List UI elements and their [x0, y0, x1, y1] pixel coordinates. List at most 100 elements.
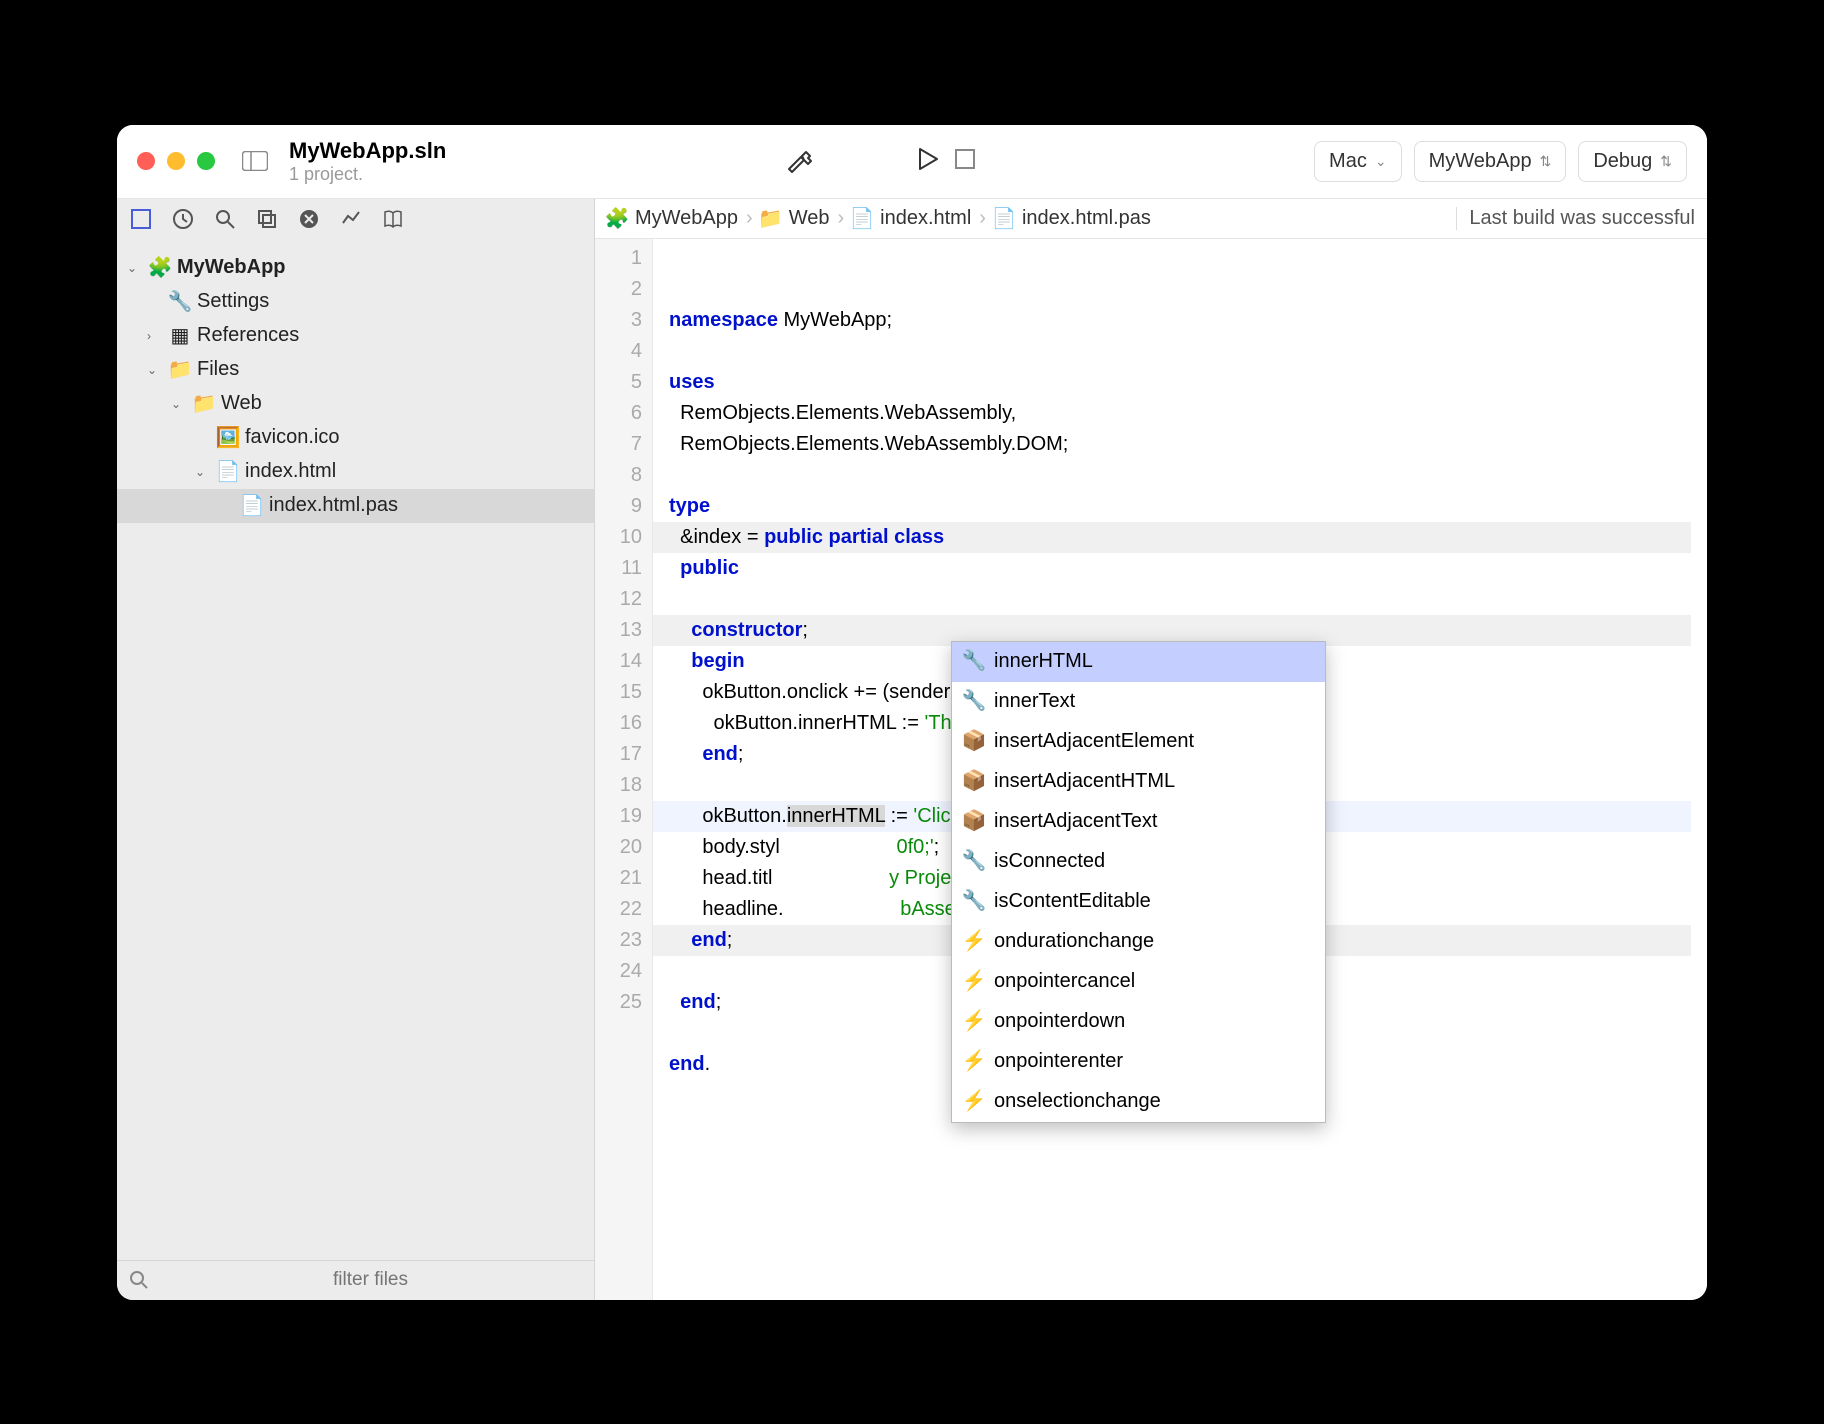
- line-number: 14: [595, 646, 642, 677]
- breadcrumb-item[interactable]: index.html.pas: [1022, 207, 1151, 230]
- bolt-icon: ⚡: [964, 1092, 984, 1112]
- line-number: 21: [595, 863, 642, 894]
- autocomplete-item[interactable]: 🔧isContentEditable: [952, 882, 1325, 922]
- chevron-down-icon[interactable]: ⌄: [171, 397, 187, 411]
- breadcrumb-item[interactable]: index.html: [880, 207, 971, 230]
- autocomplete-label: insertAdjacentText: [994, 806, 1157, 837]
- ide-window: MyWebApp.sln 1 project. Mac ⌄ MyWe: [117, 125, 1707, 1300]
- history-tab-icon[interactable]: [171, 207, 195, 231]
- sidebar-tabs: [117, 199, 594, 239]
- line-number: 11: [595, 553, 642, 584]
- tree-item[interactable]: ⌄🧩MyWebApp: [117, 251, 594, 285]
- file-icon: 📄: [217, 461, 239, 483]
- autocomplete-item[interactable]: 📦insertAdjacentText: [952, 802, 1325, 842]
- autocomplete-label: onpointerenter: [994, 1046, 1123, 1077]
- line-number: 17: [595, 739, 642, 770]
- cube-icon: 📦: [964, 732, 984, 752]
- zoom-button[interactable]: [197, 152, 215, 170]
- stop-button[interactable]: [953, 147, 977, 176]
- code-line[interactable]: type: [669, 491, 1707, 522]
- chevron-down-icon[interactable]: ⌄: [147, 363, 163, 377]
- breadcrumb-item[interactable]: Web: [789, 207, 830, 230]
- editor-area: 🧩 MyWebApp › 📁 Web › 📄 index.html › 📄 in…: [595, 199, 1707, 1300]
- updown-icon: ⇅: [1540, 153, 1552, 170]
- project-tree[interactable]: ⌄🧩MyWebApp🔧Settings›▦References⌄📁Files⌄📁…: [117, 239, 594, 1260]
- code-line[interactable]: public: [669, 553, 1707, 584]
- error-tab-icon[interactable]: [297, 207, 321, 231]
- autocomplete-item[interactable]: ⚡ondurationchange: [952, 922, 1325, 962]
- tree-item[interactable]: 🔧Settings: [117, 285, 594, 319]
- autocomplete-item[interactable]: 🔧innerText: [952, 682, 1325, 722]
- autocomplete-item[interactable]: 🔧isConnected: [952, 842, 1325, 882]
- code-line[interactable]: &index = public partial class: [653, 522, 1691, 553]
- chevron-right-icon: ›: [746, 207, 753, 230]
- tree-item-label: index.html: [245, 460, 336, 483]
- tree-item[interactable]: 📄index.html.pas: [117, 489, 594, 523]
- wrench-icon: 🔧: [964, 692, 984, 712]
- line-number: 4: [595, 336, 642, 367]
- chevron-down-icon[interactable]: ⌄: [195, 465, 211, 479]
- code-line[interactable]: RemObjects.Elements.WebAssembly.DOM;: [669, 429, 1707, 460]
- chevron-down-icon[interactable]: ⌄: [127, 261, 143, 275]
- code-line[interactable]: [669, 584, 1707, 615]
- chevron-right-icon[interactable]: ›: [147, 329, 163, 343]
- tree-item-label: References: [197, 324, 299, 347]
- tree-item-label: index.html.pas: [269, 494, 398, 517]
- cube-icon: 📦: [964, 772, 984, 792]
- traffic-lights: [137, 152, 215, 170]
- code-line[interactable]: [669, 460, 1707, 491]
- breadcrumbs: 🧩 MyWebApp › 📁 Web › 📄 index.html › 📄 in…: [595, 199, 1707, 239]
- config-dropdown[interactable]: Debug ⇅: [1578, 141, 1687, 182]
- file-icon: 📄: [994, 208, 1014, 228]
- search-tab-icon[interactable]: [213, 207, 237, 231]
- autocomplete-popup[interactable]: 🔧innerHTML🔧innerText📦insertAdjacentEleme…: [951, 641, 1326, 1123]
- line-number: 7: [595, 429, 642, 460]
- tree-item[interactable]: › ▦ References: [117, 319, 594, 353]
- platform-dropdown[interactable]: Mac ⌄: [1314, 141, 1402, 182]
- code-editor[interactable]: 1234567891011121314151617181920212223242…: [595, 239, 1707, 1300]
- autocomplete-item[interactable]: ⚡onselectionchange: [952, 1082, 1325, 1122]
- autocomplete-item[interactable]: 📦insertAdjacentHTML: [952, 762, 1325, 802]
- references-icon: ▦: [169, 325, 191, 347]
- line-number: 3: [595, 305, 642, 336]
- autocomplete-item[interactable]: ⚡onpointerenter: [952, 1042, 1325, 1082]
- tree-item[interactable]: 🖼️favicon.ico: [117, 421, 594, 455]
- bolt-icon: ⚡: [964, 972, 984, 992]
- tree-item[interactable]: ⌄📁Web: [117, 387, 594, 421]
- build-button[interactable]: [783, 145, 815, 177]
- tree-item[interactable]: ⌄ 📄 index.html: [117, 455, 594, 489]
- gutter: 1234567891011121314151617181920212223242…: [595, 239, 653, 1300]
- book-tab-icon[interactable]: [381, 207, 405, 231]
- folder-icon: 📁: [169, 359, 191, 381]
- line-number: 1: [595, 243, 642, 274]
- autocomplete-item[interactable]: ⚡onpointercancel: [952, 962, 1325, 1002]
- changes-tab-icon[interactable]: [339, 207, 363, 231]
- search-icon: [129, 1270, 149, 1290]
- platform-label: Mac: [1329, 150, 1367, 173]
- sidebar-toggle-button[interactable]: [239, 149, 271, 173]
- code-line[interactable]: RemObjects.Elements.WebAssembly,: [669, 398, 1707, 429]
- autocomplete-item[interactable]: 🔧innerHTML: [952, 642, 1325, 682]
- line-number: 6: [595, 398, 642, 429]
- tree-item[interactable]: ⌄📁Files: [117, 353, 594, 387]
- structure-tab-icon[interactable]: [129, 207, 153, 231]
- close-button[interactable]: [137, 152, 155, 170]
- code-line[interactable]: namespace MyWebApp;: [669, 305, 1707, 336]
- copy-tab-icon[interactable]: [255, 207, 279, 231]
- bolt-icon: ⚡: [964, 932, 984, 952]
- run-button[interactable]: [915, 146, 941, 177]
- line-number: 8: [595, 460, 642, 491]
- code-line[interactable]: uses: [669, 367, 1707, 398]
- sidebar-filter: [117, 1260, 594, 1300]
- autocomplete-item[interactable]: 📦insertAdjacentElement: [952, 722, 1325, 762]
- code-line[interactable]: [669, 336, 1707, 367]
- config-label: Debug: [1593, 150, 1652, 173]
- code-content[interactable]: namespace MyWebApp; uses RemObjects.Elem…: [653, 239, 1707, 1300]
- autocomplete-label: isContentEditable: [994, 886, 1151, 917]
- breadcrumb-item[interactable]: MyWebApp: [635, 207, 738, 230]
- autocomplete-label: onpointerdown: [994, 1006, 1125, 1037]
- target-dropdown[interactable]: MyWebApp ⇅: [1414, 141, 1567, 182]
- minimize-button[interactable]: [167, 152, 185, 170]
- filter-input[interactable]: [159, 1269, 582, 1291]
- autocomplete-item[interactable]: ⚡onpointerdown: [952, 1002, 1325, 1042]
